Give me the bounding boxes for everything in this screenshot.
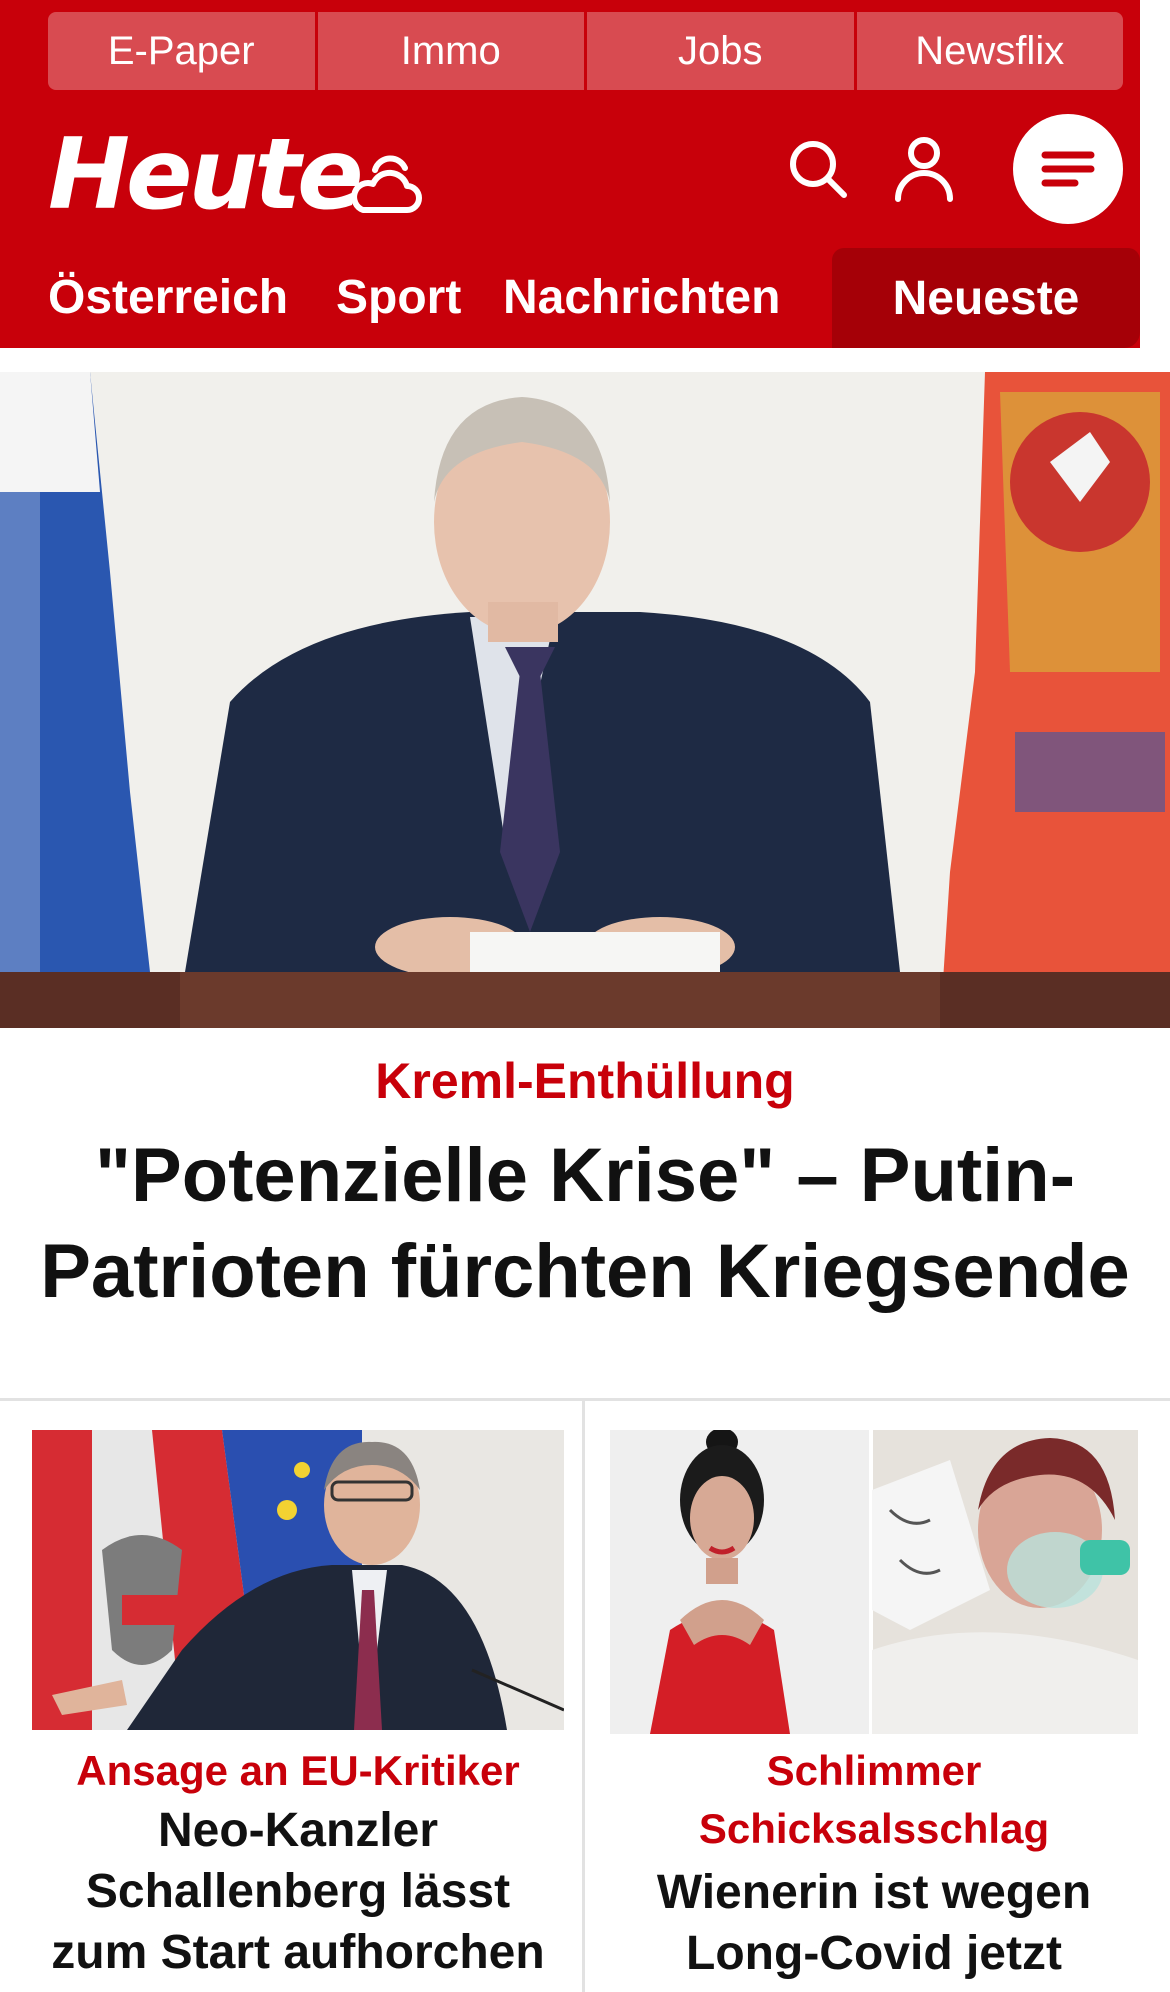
- column-divider: [582, 1400, 585, 1992]
- nav-item-sport[interactable]: Sport: [336, 248, 461, 346]
- topbar-link-epaper[interactable]: E-Paper: [48, 12, 318, 90]
- user-icon[interactable]: [892, 135, 956, 203]
- hero-kicker[interactable]: Kreml-Enthüllung: [0, 1050, 1170, 1112]
- weather-cloud-sun-icon[interactable]: [345, 148, 425, 218]
- nav-item-neueste[interactable]: Neueste: [832, 248, 1140, 348]
- hero-headline[interactable]: "Potenzielle Krise" – Putin-Patrioten fü…: [40, 1128, 1130, 1320]
- card-headline-right[interactable]: Wienerin ist wegen Long-Covid jetzt: [610, 1862, 1138, 1984]
- topbar-link-immo[interactable]: Immo: [317, 12, 587, 90]
- site-header: E-Paper Immo Jobs Newsflix Heute Österre…: [0, 0, 1140, 348]
- section-divider: [0, 1398, 1170, 1401]
- hero-article-image[interactable]: [0, 372, 1170, 1028]
- top-links-bar: E-Paper Immo Jobs Newsflix: [48, 12, 1123, 90]
- topbar-link-newsflix[interactable]: Newsflix: [856, 12, 1123, 90]
- menu-button[interactable]: [1013, 114, 1123, 224]
- card-kicker-left[interactable]: Ansage an EU-Kritiker: [32, 1742, 564, 1800]
- card-image-long-covid[interactable]: [610, 1430, 1138, 1734]
- menu-icon: [1041, 151, 1095, 187]
- search-icon[interactable]: [786, 137, 850, 201]
- nav-item-oesterreich[interactable]: Österreich: [48, 248, 288, 346]
- nav-item-nachrichten[interactable]: Nachrichten: [503, 248, 780, 346]
- card-image-schallenberg[interactable]: [32, 1430, 564, 1730]
- site-logo[interactable]: Heute: [48, 125, 364, 225]
- topbar-link-jobs[interactable]: Jobs: [587, 12, 857, 90]
- card-headline-left[interactable]: Neo-Kanzler Schallenberg lässt zum Start…: [32, 1800, 564, 1983]
- card-kicker-right[interactable]: Schlimmer Schicksalsschlag: [610, 1742, 1138, 1858]
